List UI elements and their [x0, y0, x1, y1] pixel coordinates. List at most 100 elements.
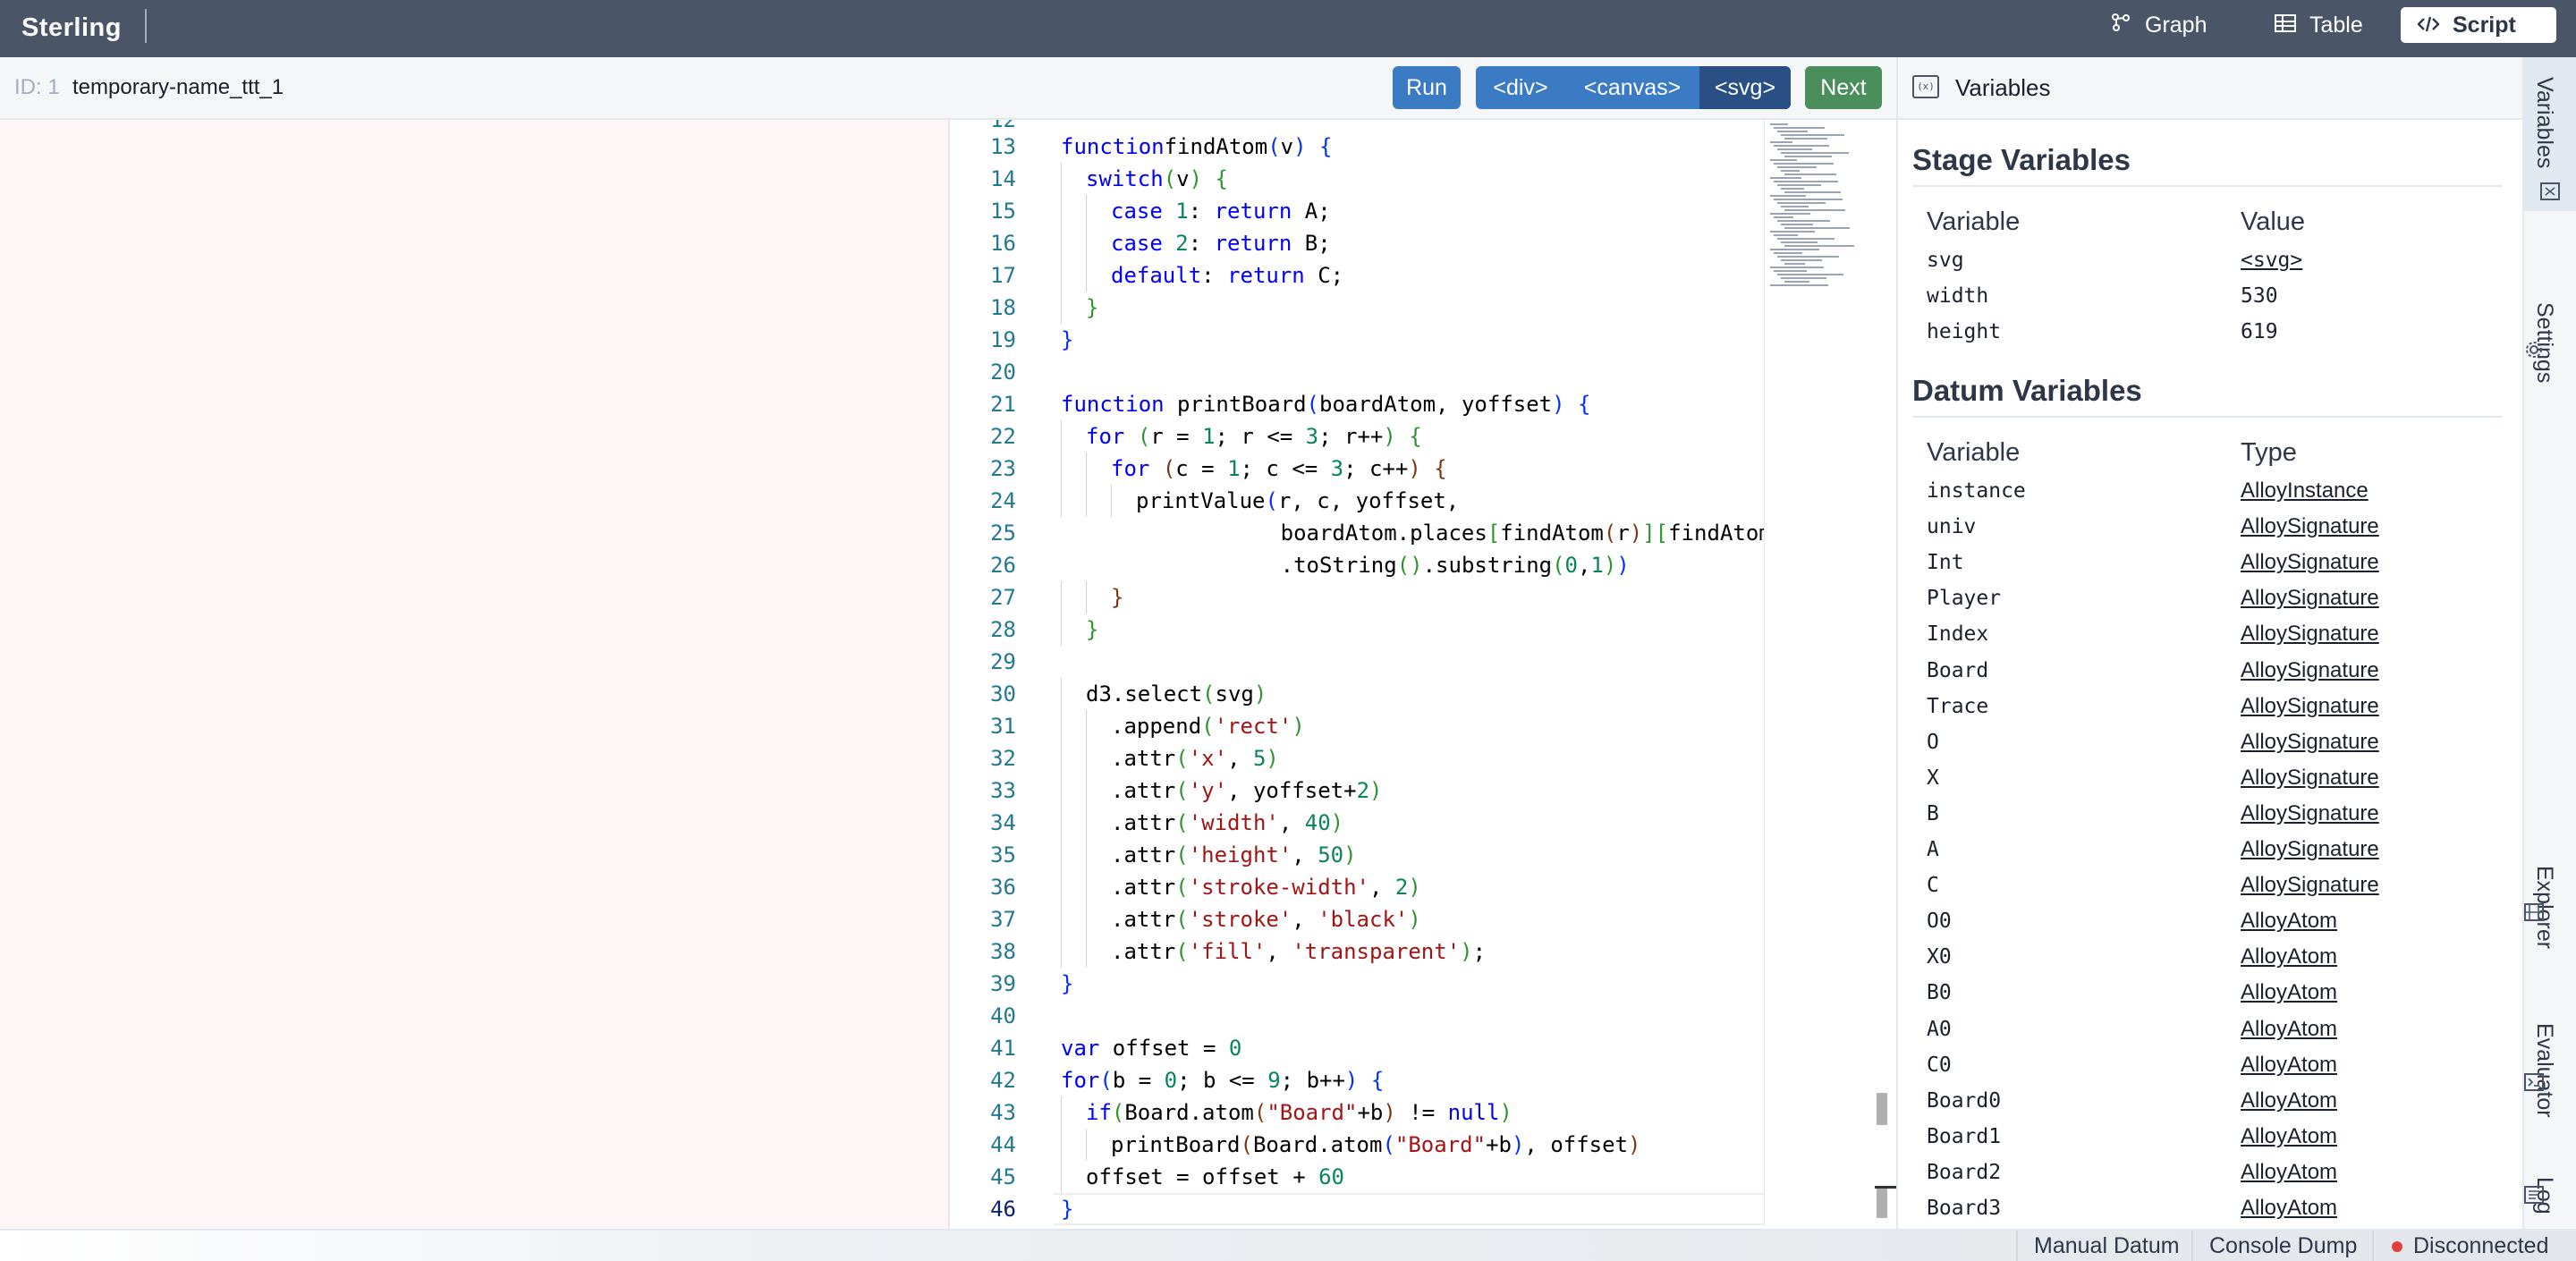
indent-guide	[1061, 1161, 1062, 1193]
title-divider	[145, 9, 147, 43]
datum-variable-type-link[interactable]: AlloyAtom	[2241, 1124, 2337, 1149]
indent-guide	[1086, 227, 1087, 259]
code-editor[interactable]: 12 13 14 15 16 17 18 19 20 21 22 23 24 25 26 27 28 29 30 31…	[950, 120, 1896, 1227]
code-line[interactable]: switch(v) {	[1086, 163, 1228, 195]
datum-variable-type-link[interactable]: AlloyAtom	[2241, 980, 2337, 1005]
datum-variable-type-link[interactable]: AlloySignature	[2241, 586, 2379, 611]
code-token: 'fill'	[1188, 939, 1267, 964]
code-token: (	[1240, 1132, 1253, 1157]
datum-variable-type-link[interactable]: AlloyAtom	[2241, 1196, 2337, 1221]
datum-variable-type-link[interactable]: AlloySignature	[2241, 837, 2379, 862]
code-line[interactable]: .attr('x', 5)	[1111, 742, 1279, 774]
code-line[interactable]: var offset = 0	[1061, 1032, 1241, 1064]
datum-variable-type-link[interactable]: AlloyAtom	[2241, 1053, 2337, 1078]
code-line[interactable]: .attr('height', 50)	[1111, 839, 1357, 871]
code-token: )	[1460, 939, 1473, 964]
stage-variable-link[interactable]: <svg>	[2241, 249, 2302, 272]
code-token: Board.atom	[1252, 1132, 1383, 1157]
code-line[interactable]: default: return C;	[1111, 259, 1343, 292]
mode-div-button[interactable]: <div>	[1476, 66, 1565, 109]
section-divider	[1912, 416, 2503, 418]
datum-variable-type-link[interactable]: AlloyInstance	[2241, 478, 2368, 504]
code-line[interactable]: d3.select(svg)	[1086, 678, 1267, 710]
code-line[interactable]: case 1: return A;	[1111, 195, 1331, 227]
code-line[interactable]: for (r = 1; r <= 3; r++) {	[1086, 420, 1422, 453]
stage-variable-value: 530	[2241, 284, 2278, 308]
code-line[interactable]: for(b = 0; b <= 9; b++) {	[1061, 1064, 1384, 1096]
app-title: Sterling	[21, 13, 122, 42]
table-view-button[interactable]: Table	[2258, 7, 2377, 43]
code-token: )	[1253, 681, 1267, 707]
code-token: Board.atom	[1124, 1100, 1254, 1125]
datum-variables-title: Datum Variables	[1912, 374, 2142, 407]
datum-variable-type-link[interactable]: AlloySignature	[2241, 550, 2379, 575]
code-line[interactable]: }	[1086, 292, 1098, 324]
line-number: 35	[990, 842, 1016, 867]
code-line[interactable]: .attr('stroke', 'black')	[1111, 903, 1421, 935]
code-line[interactable]: }	[1061, 1193, 1073, 1225]
minimap[interactable]	[1764, 120, 1896, 1227]
svg-preview-pane[interactable]	[0, 120, 950, 1229]
datum-variable-type-link[interactable]: AlloyAtom	[2241, 909, 2337, 934]
code-line[interactable]: .attr('stroke-width', 2)	[1111, 871, 1421, 903]
minimap-line	[1777, 256, 1839, 258]
next-button[interactable]: Next	[1805, 66, 1882, 109]
tab-explorer[interactable]: Explorer	[2524, 807, 2576, 986]
manual-datum-button[interactable]: Manual Datum	[2016, 1231, 2196, 1261]
mode-canvas-button[interactable]: <canvas>	[1565, 66, 1699, 109]
datum-variable-type-link[interactable]: AlloySignature	[2241, 766, 2379, 791]
code-token: }	[1086, 617, 1099, 642]
code-lines[interactable]: functionfindAtom(v) {switch(v) {case 1: …	[1061, 120, 1816, 1227]
datum-variable-type-link[interactable]: AlloySignature	[2241, 730, 2379, 755]
code-line[interactable]: }	[1061, 324, 1073, 356]
tab-evaluator[interactable]: Evaluator	[2524, 987, 2576, 1130]
datum-variable-type-link[interactable]: AlloyAtom	[2241, 944, 2337, 969]
code-line[interactable]: functionfindAtom(v) {	[1061, 131, 1332, 163]
code-line[interactable]: case 2: return B;	[1111, 227, 1331, 259]
code-line[interactable]: .append('rect')	[1111, 710, 1305, 742]
code-line[interactable]: }	[1111, 581, 1123, 614]
datum-variable-type-link[interactable]: AlloyAtom	[2241, 1017, 2337, 1042]
datum-variable-type-link[interactable]: AlloyAtom	[2241, 1088, 2337, 1113]
datum-variable-type-link[interactable]: AlloySignature	[2241, 514, 2379, 539]
code-line[interactable]: printBoard(Board.atom("Board"+b), offset…	[1111, 1129, 1640, 1161]
scrollbar-thumb[interactable]	[1877, 1093, 1887, 1125]
datum-variable-type-link[interactable]: AlloySignature	[2241, 658, 2379, 683]
code-token: .append	[1111, 714, 1202, 739]
tab-log[interactable]: Log	[2524, 1139, 2576, 1229]
instance-name: temporary-name_ttt_1	[72, 75, 284, 99]
code-line[interactable]: for (c = 1; c <= 3; c++) {	[1111, 453, 1447, 485]
stage-col-variable: Variable	[1927, 207, 2021, 236]
code-line[interactable]: }	[1061, 968, 1073, 1000]
datum-variable-type-link[interactable]: AlloySignature	[2241, 873, 2379, 898]
table-icon	[2272, 8, 2299, 44]
code-token: +b	[1486, 1132, 1512, 1157]
graph-view-button[interactable]: Graph	[2093, 7, 2221, 43]
code-line[interactable]: .toString().substring(0,1))	[1061, 549, 1630, 581]
code-line[interactable]: function printBoard(boardAtom, yoffset) …	[1061, 388, 1590, 420]
datum-variable-type-link[interactable]: AlloyAtom	[2241, 1160, 2337, 1185]
run-button[interactable]: Run	[1393, 66, 1461, 109]
code-token: 2	[1356, 778, 1370, 803]
script-view-button[interactable]: Script	[2401, 7, 2556, 43]
code-line[interactable]: .attr('fill', 'transparent');	[1111, 935, 1486, 968]
minimap-line	[1781, 241, 1818, 243]
code-token: function	[1061, 134, 1165, 159]
code-token: offset = offset +	[1086, 1164, 1319, 1189]
code-line[interactable]: boardAtom.places[findAtom(r)][findAtom	[1061, 517, 1772, 549]
code-line[interactable]: .attr('width', 40)	[1111, 807, 1343, 839]
code-line[interactable]: printValue(r, c, yoffset,	[1136, 485, 1459, 517]
code-token: b =	[1112, 1068, 1165, 1093]
code-line[interactable]: .attr('y', yoffset+2)	[1111, 774, 1382, 807]
datum-variable-type-link[interactable]: AlloySignature	[2241, 801, 2379, 826]
code-line[interactable]: }	[1086, 614, 1098, 646]
console-dump-button[interactable]: Console Dump	[2191, 1231, 2373, 1261]
mode-svg-button[interactable]: <svg>	[1699, 66, 1791, 109]
line-number: 34	[990, 810, 1016, 835]
datum-variable-type-link[interactable]: AlloySignature	[2241, 694, 2379, 719]
code-line[interactable]: if(Board.atom("Board"+b) != null)	[1086, 1096, 1513, 1129]
datum-variable-type-link[interactable]: AlloySignature	[2241, 622, 2379, 647]
code-line[interactable]: offset = offset + 60	[1086, 1161, 1344, 1193]
code-token: 'rect'	[1214, 714, 1292, 739]
tab-variables[interactable]: Variables	[2524, 57, 2576, 211]
